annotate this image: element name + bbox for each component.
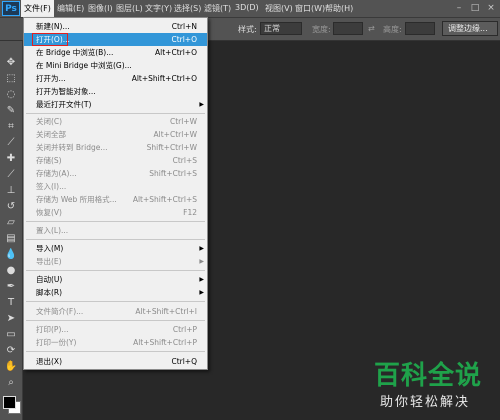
menu-file[interactable]: 文件(F) [21, 0, 54, 17]
blur-tool-icon[interactable]: 💧 [3, 248, 19, 262]
close-icon[interactable]: × [486, 3, 496, 13]
menu-item-browse-bridge[interactable]: 在 Bridge 中浏览(B)... Alt+Ctrl+O [24, 46, 207, 59]
submenu-arrow-icon: ▶ [199, 101, 204, 108]
width-input[interactable] [333, 22, 363, 35]
menu-item-close-goto-bridge: 关闭并转到 Bridge... Shift+Ctrl+W [36, 143, 197, 152]
menubar: Ps 文件(F) 编辑(E) 图像(I) 图层(L) 文字(Y) 选择(S) 滤… [0, 0, 500, 18]
watermark-title: 百科全说 [374, 361, 483, 391]
menu-item-print-one-copy: 打印一份(Y) Alt+Shift+Ctrl+P [36, 338, 197, 347]
foreground-color-swatch[interactable] [3, 396, 16, 409]
clone-stamp-tool-icon[interactable]: ⊥ [3, 184, 19, 198]
zoom-tool-icon[interactable]: ⌕ [3, 376, 19, 390]
height-label: 高度: [383, 25, 402, 34]
dodge-tool-icon[interactable]: ● [3, 264, 19, 278]
watermark: 百科全说 助你轻松解决 [366, 355, 500, 420]
menu-separator [26, 113, 205, 114]
type-tool-icon[interactable]: T [3, 296, 19, 310]
menu-filter[interactable]: 滤镜(T) [204, 3, 231, 14]
menu-item-open[interactable]: 打开(O)... Ctrl+O [24, 33, 207, 46]
quick-select-tool-icon[interactable]: ✎ [3, 104, 19, 118]
menu-item-file-info: 文件简介(F)... Alt+Shift+Ctrl+I [36, 307, 197, 316]
menu-view[interactable]: 视图(V) [265, 3, 293, 14]
watermark-subtitle: 助你轻松解决 [380, 395, 471, 410]
submenu-arrow-icon: ▶ [199, 276, 204, 283]
hand-tool-icon[interactable]: ✋ [3, 360, 19, 374]
submenu-arrow-icon: ▶ [199, 258, 204, 265]
menu-item-import[interactable]: 导入(M) ▶ [24, 242, 207, 255]
refine-edge-button[interactable]: 调整边缘... [442, 21, 498, 36]
menu-separator [26, 351, 205, 352]
menu-3d[interactable]: 3D(D) [235, 3, 259, 12]
height-input[interactable] [405, 22, 435, 35]
menu-separator [26, 239, 205, 240]
eraser-tool-icon[interactable]: ▱ [3, 216, 19, 230]
menu-item-save-as: 存储为(A)... Shift+Ctrl+S [36, 169, 197, 178]
submenu-arrow-icon: ▶ [199, 245, 204, 252]
menu-item-new[interactable]: 新建(N)... Ctrl+N [24, 20, 207, 33]
menu-item-place: 置入(L)... [36, 226, 69, 235]
history-brush-tool-icon[interactable]: ↺ [3, 200, 19, 214]
path-select-tool-icon[interactable]: ➤ [3, 312, 19, 326]
menu-item-revert: 恢复(V) F12 [36, 208, 197, 217]
menu-separator [26, 270, 205, 271]
lasso-tool-icon[interactable]: ◌ [3, 88, 19, 102]
menu-item-print: 打印(P)... Ctrl+P [36, 325, 197, 334]
menu-separator [26, 301, 205, 302]
menu-item-scripts[interactable]: 脚本(R) ▶ [24, 286, 207, 299]
tools-panel: ✥ ⬚ ◌ ✎ ⌗ ⟋ ✚ ⟋ ⊥ ↺ ▱ ▤ 💧 ● ✒ T ➤ ▭ ⟳ ✋ … [0, 41, 23, 420]
healing-brush-tool-icon[interactable]: ✚ [3, 152, 19, 166]
style-label: 样式: [238, 25, 257, 34]
maximize-icon[interactable]: □ [470, 3, 480, 13]
menu-item-close-all: 关闭全部 Alt+Ctrl+W [36, 130, 197, 139]
menu-select[interactable]: 选择(S) [174, 3, 201, 14]
menu-item-browse-mini-bridge[interactable]: 在 Mini Bridge 中浏览(G)... [24, 59, 207, 72]
pen-tool-icon[interactable]: ✒ [3, 280, 19, 294]
file-menu-dropdown: 新建(N)... Ctrl+N 打开(O)... Ctrl+O 在 Bridge… [23, 17, 208, 370]
move-tool-icon[interactable]: ✥ [3, 56, 19, 70]
eyedropper-tool-icon[interactable]: ⟋ [3, 136, 19, 150]
crop-tool-icon[interactable]: ⌗ [3, 120, 19, 134]
minimize-icon[interactable]: – [454, 3, 464, 13]
menu-separator [26, 221, 205, 222]
shape-tool-icon[interactable]: ▭ [3, 328, 19, 342]
3d-rotate-tool-icon[interactable]: ⟳ [3, 344, 19, 358]
menu-item-export: 导出(E) ▶ [36, 257, 204, 266]
width-label: 宽度: [312, 25, 331, 34]
menu-item-automate[interactable]: 自动(U) ▶ [24, 273, 207, 286]
menu-item-recent-files[interactable]: 最近打开文件(T) ▶ [24, 98, 207, 111]
brush-tool-icon[interactable]: ⟋ [3, 168, 19, 182]
photoshop-logo: Ps [2, 1, 20, 16]
gradient-tool-icon[interactable]: ▤ [3, 232, 19, 246]
marquee-tool-icon[interactable]: ⬚ [3, 72, 19, 86]
menu-item-save: 存储(S) Ctrl+S [36, 156, 197, 165]
swap-icon[interactable]: ⇄ [368, 24, 375, 33]
menu-item-save-for-web: 存储为 Web 所用格式... Alt+Shift+Ctrl+S [36, 195, 197, 204]
submenu-arrow-icon: ▶ [199, 289, 204, 296]
menu-image[interactable]: 图像(I) [88, 3, 113, 14]
menu-type[interactable]: 文字(Y) [145, 3, 172, 14]
menu-separator [26, 320, 205, 321]
menu-item-open-as[interactable]: 打开为... Alt+Shift+Ctrl+O [24, 72, 207, 85]
style-select[interactable]: 正常 [260, 22, 302, 35]
menu-item-open-smart-object[interactable]: 打开为智能对象... [24, 85, 207, 98]
menu-item-check-in: 签入(I)... [36, 182, 67, 191]
menu-item-exit[interactable]: 退出(X) Ctrl+Q [24, 355, 207, 368]
menu-window[interactable]: 窗口(W) [295, 3, 325, 14]
menu-item-close: 关闭(C) Ctrl+W [36, 117, 197, 126]
menu-help[interactable]: 帮助(H) [325, 3, 353, 14]
menu-layer[interactable]: 图层(L) [116, 3, 143, 14]
menu-edit[interactable]: 编辑(E) [57, 3, 84, 14]
